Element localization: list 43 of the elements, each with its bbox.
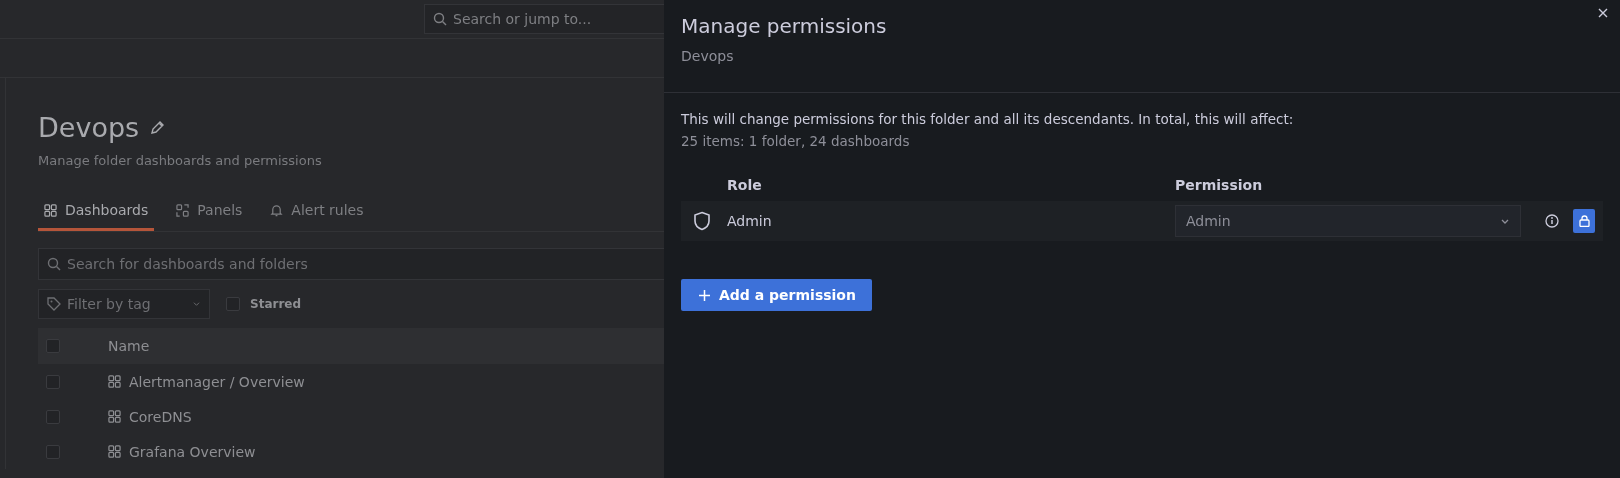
bell-icon: [270, 203, 284, 217]
permission-select[interactable]: Admin: [1175, 205, 1521, 237]
tab[interactable]: Panels: [170, 196, 249, 231]
tab[interactable]: Alert rules: [264, 196, 370, 231]
drawer-title: Manage permissions: [681, 14, 888, 38]
notice-text: This will change permissions for this folder and all its descendants. In total, this will affect:: [681, 111, 1295, 127]
search-icon: [47, 257, 61, 271]
close-icon: [1598, 8, 1608, 18]
plus-icon: [699, 289, 710, 301]
checkbox[interactable]: [46, 409, 60, 424]
checkbox-label: Starred: [250, 297, 302, 311]
grid-icon: [108, 375, 121, 388]
tab[interactable]: Dashboards: [38, 196, 155, 231]
grid-icon: [44, 203, 57, 217]
checkbox[interactable]: [46, 339, 60, 353]
dashboard-link[interactable]: CoreDNS: [129, 408, 192, 425]
search-icon: [433, 12, 447, 26]
tag-icon: [47, 297, 61, 311]
lock-icon: [1578, 215, 1590, 227]
lock-button[interactable]: [1573, 209, 1595, 233]
drawer-subtitle: Devops: [681, 48, 735, 64]
checkbox[interactable]: [226, 297, 240, 311]
grid-icon: [108, 445, 121, 458]
page-title: Devops: [38, 112, 140, 143]
column-header: Role: [727, 177, 762, 193]
checkbox[interactable]: [46, 374, 60, 389]
role-name: Admin: [727, 213, 772, 229]
search-field[interactable]: Search for dashboards and folders: [38, 248, 664, 280]
column-header: Name: [108, 338, 150, 354]
panels-icon: [176, 203, 190, 217]
search-field[interactable]: Search or jump to...: [424, 4, 664, 34]
pencil-icon[interactable]: [149, 119, 166, 136]
grid-icon: [108, 410, 121, 423]
dashboard-link[interactable]: Alertmanager / Overview: [129, 373, 305, 390]
summary-text: 25 items: 1 folder, 24 dashboards: [681, 133, 911, 149]
shield-icon: [693, 211, 711, 231]
page-subtitle: Manage folder dashboards and permissions: [38, 153, 323, 168]
tag-filter[interactable]: Filter by tag: [38, 289, 210, 319]
add-permission-button[interactable]: Add a permission: [681, 279, 872, 311]
checkbox[interactable]: [46, 444, 60, 459]
column-header: Permission: [1175, 177, 1263, 193]
dashboard-link[interactable]: Grafana Overview: [129, 443, 256, 460]
info-icon[interactable]: [1545, 214, 1559, 228]
